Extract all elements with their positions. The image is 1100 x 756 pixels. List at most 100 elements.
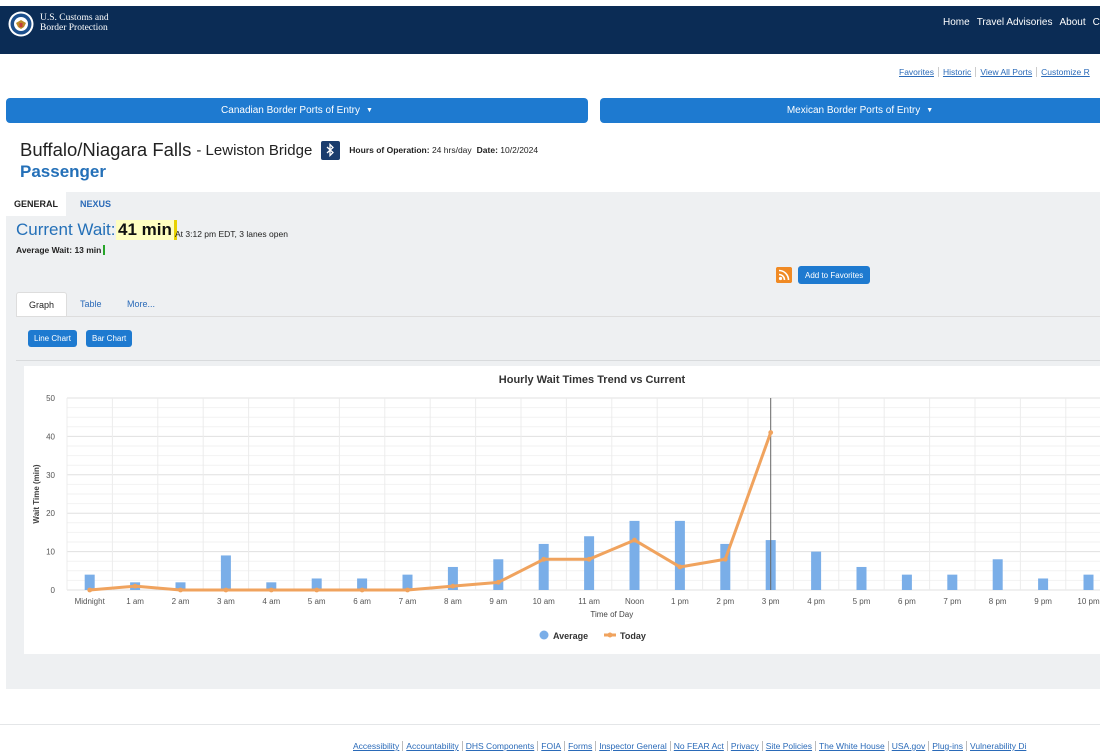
wait-time-chart: Hourly Wait Times Trend vs Current 0 10 20 3… — [24, 366, 1100, 654]
canadian-ports-dropdown[interactable]: Canadian Border Ports of Entry ▼ — [6, 98, 588, 123]
footer-link-foia[interactable]: FOIA — [537, 741, 564, 751]
footer-link-accountability[interactable]: Accountability — [402, 741, 461, 751]
bar-average — [1083, 574, 1094, 590]
link-favorites[interactable]: Favorites — [895, 67, 938, 77]
x-tick-label: Noon — [625, 597, 644, 606]
footer-link-privacy[interactable]: Privacy — [726, 741, 762, 751]
point-today — [132, 583, 138, 589]
footer-links: Accessibility Accountability DHS Compone… — [350, 741, 1029, 751]
tab-general[interactable]: GENERAL — [6, 192, 66, 216]
link-customize[interactable]: Customize R — [1036, 67, 1094, 77]
port-name: Buffalo/Niagara Falls — [20, 139, 192, 160]
x-tick-label: 3 pm — [762, 597, 780, 606]
legend-today-swatch-dot — [607, 632, 613, 638]
current-wait-meta: At 3:12 pm EDT, 3 lanes open — [175, 229, 288, 239]
footer-link-vulnerability[interactable]: Vulnerability Di — [965, 741, 1029, 751]
point-today — [405, 587, 410, 593]
link-historic[interactable]: Historic — [937, 67, 975, 77]
x-tick-label: 7 pm — [943, 597, 961, 606]
y-axis-label: Wait Time (min) — [32, 464, 41, 523]
average-wait-label: Average Wait: — [16, 245, 73, 255]
bluetooth-icon[interactable] — [321, 140, 341, 160]
bar-average — [901, 574, 912, 590]
bar-average — [493, 559, 504, 590]
hours-value: 24 hrs/day — [431, 145, 472, 155]
line-chart-button[interactable]: Line Chart — [28, 330, 77, 347]
legend-average-swatch — [539, 630, 549, 640]
tab-nexus[interactable]: NEXUS — [80, 192, 111, 216]
canadian-ports-label: Canadian Border Ports of Entry — [221, 105, 361, 116]
nav-travel-advisories[interactable]: Travel Advisories — [977, 17, 1053, 28]
y-tick-label: 0 — [51, 586, 56, 595]
x-tick-label: 9 am — [489, 597, 507, 606]
current-wait-value: 41 min — [116, 220, 177, 240]
average-wait: Average Wait: 13 min — [16, 245, 106, 255]
footer-link-usa-gov[interactable]: USA.gov — [887, 741, 929, 751]
mexican-ports-label: Mexican Border Ports of Entry — [786, 105, 921, 116]
brand-line-1: U.S. Customs and — [40, 13, 109, 23]
bar-average — [992, 559, 1003, 590]
point-today — [359, 587, 365, 593]
subtab-more[interactable]: More... — [127, 292, 155, 316]
x-tick-label: 6 am — [353, 597, 371, 606]
bar-average — [220, 555, 231, 590]
nav-about[interactable]: About — [1059, 17, 1085, 28]
point-today — [768, 430, 774, 435]
footer-link-inspector-general[interactable]: Inspector General — [595, 741, 670, 751]
nav-home[interactable]: Home — [943, 17, 970, 28]
x-tick-label: 3 am — [217, 597, 235, 606]
link-view-all-ports[interactable]: View All Ports — [975, 67, 1036, 77]
hours-label: Hours of Operation: — [349, 145, 430, 155]
footer-link-plug-ins[interactable]: Plug-ins — [928, 741, 966, 751]
x-tick-label: 2 pm — [716, 597, 734, 606]
caret-down-icon: ▼ — [926, 107, 934, 114]
point-today — [87, 587, 93, 593]
x-tick-label: 10 pm — [1077, 597, 1100, 606]
date: Date: 10/2/2024 — [477, 145, 538, 155]
bar-average — [674, 520, 685, 590]
bar-average — [947, 574, 958, 590]
dhs-seal-logo[interactable] — [8, 11, 34, 37]
crossing-name: - Lewiston Bridge — [196, 141, 313, 159]
y-tick-label: 40 — [46, 432, 55, 441]
hours-of-operation: Hours of Operation: 24 hrs/day — [349, 145, 471, 155]
x-tick-label: 5 am — [308, 597, 326, 606]
bar-average — [629, 520, 640, 590]
bar-chart-button[interactable]: Bar Chart — [86, 330, 133, 347]
x-tick-label: 4 am — [262, 597, 280, 606]
rss-icon[interactable] — [776, 267, 792, 283]
chart-svg: Hourly Wait Times Trend vs Current 0 10 20 3… — [32, 374, 1100, 641]
lane-type-heading: Passenger — [20, 162, 106, 181]
y-tick-label: 30 — [46, 471, 55, 480]
point-today — [722, 556, 728, 562]
point-today — [268, 587, 274, 593]
x-tick-label: 6 pm — [898, 597, 916, 606]
bar-average — [1038, 578, 1049, 590]
footer-link-dhs-components[interactable]: DHS Components — [461, 741, 538, 751]
footer-link-no-fear-act[interactable]: No FEAR Act — [669, 741, 727, 751]
x-tick-label: 1 pm — [671, 597, 689, 606]
legend-average-label: Average — [553, 631, 588, 641]
subtabs-bar — [16, 292, 1100, 317]
x-tick-label: 2 am — [172, 597, 190, 606]
footer-link-accessibility[interactable]: Accessibility — [350, 741, 402, 751]
nav-contact[interactable]: Co — [1093, 17, 1100, 28]
x-tick-label: Midnight — [75, 597, 106, 606]
x-tick-label: 1 am — [126, 597, 144, 606]
add-to-favorites-button[interactable]: Add to Favorites — [798, 266, 871, 284]
subtab-table[interactable]: Table — [80, 292, 102, 316]
footer-link-white-house[interactable]: The White House — [815, 741, 888, 751]
x-tick-label: 5 pm — [853, 597, 871, 606]
footer-divider — [0, 724, 1100, 725]
utility-links: Favorites Historic View All Ports Custom… — [895, 67, 1094, 77]
mexican-ports-dropdown[interactable]: Mexican Border Ports of Entry ▼ — [600, 98, 1100, 123]
footer-link-forms[interactable]: Forms — [564, 741, 595, 751]
x-tick-label: 7 am — [399, 597, 417, 606]
brand-name[interactable]: U.S. Customs and Border Protection — [40, 13, 109, 33]
subtab-graph[interactable]: Graph — [16, 292, 67, 316]
x-tick-label: 8 pm — [989, 597, 1007, 606]
footer-link-site-policies[interactable]: Site Policies — [761, 741, 815, 751]
x-axis-label: Time of Day — [590, 610, 633, 619]
bar-average — [856, 566, 867, 590]
point-today — [632, 537, 637, 543]
